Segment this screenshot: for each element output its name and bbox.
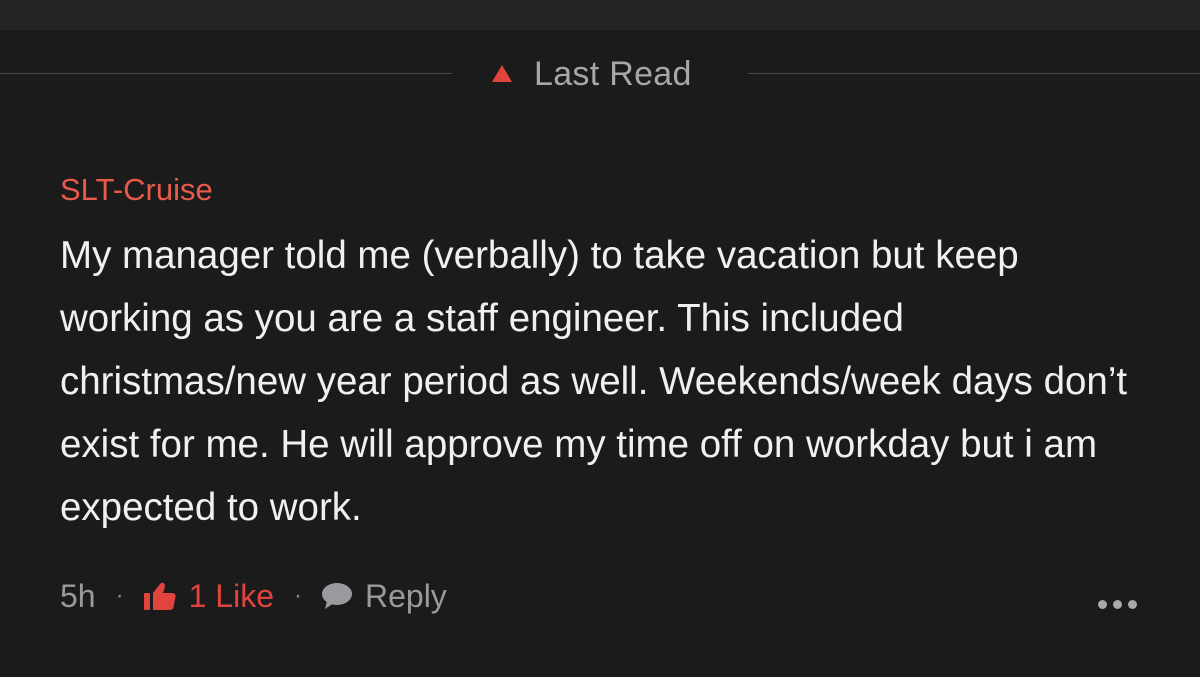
reply-label: Reply — [364, 577, 447, 614]
like-count-label: 1 Like — [188, 577, 274, 614]
comment-actions: 5h · 1 Like · Reply — [60, 572, 1150, 620]
last-read-marker: Last Read — [0, 42, 1200, 104]
separator-dot: · — [293, 582, 302, 609]
more-horizontal-icon[interactable] — [1098, 600, 1137, 609]
divider-left — [0, 73, 452, 74]
triangle-up-icon — [492, 64, 512, 82]
comment: SLT-Cruise My manager told me (verbally)… — [60, 168, 1150, 539]
divider-right — [748, 73, 1200, 74]
comment-body: My manager told me (verbally) to take va… — [60, 234, 1128, 529]
comment-author[interactable]: SLT-Cruise — [60, 168, 1150, 212]
last-read-label: Last Read — [534, 54, 692, 93]
reply-button[interactable]: Reply — [321, 578, 447, 615]
thumbs-up-icon — [143, 581, 177, 611]
last-read-label-group: Last Read — [492, 54, 692, 94]
comment-timestamp: 5h — [60, 577, 96, 614]
more-dot — [1098, 600, 1107, 609]
more-dot — [1128, 600, 1137, 609]
more-dot — [1113, 600, 1122, 609]
speech-bubble-icon — [321, 582, 353, 610]
top-band — [0, 0, 1200, 30]
separator-dot: · — [115, 582, 124, 609]
like-button[interactable]: 1 Like — [143, 578, 274, 615]
